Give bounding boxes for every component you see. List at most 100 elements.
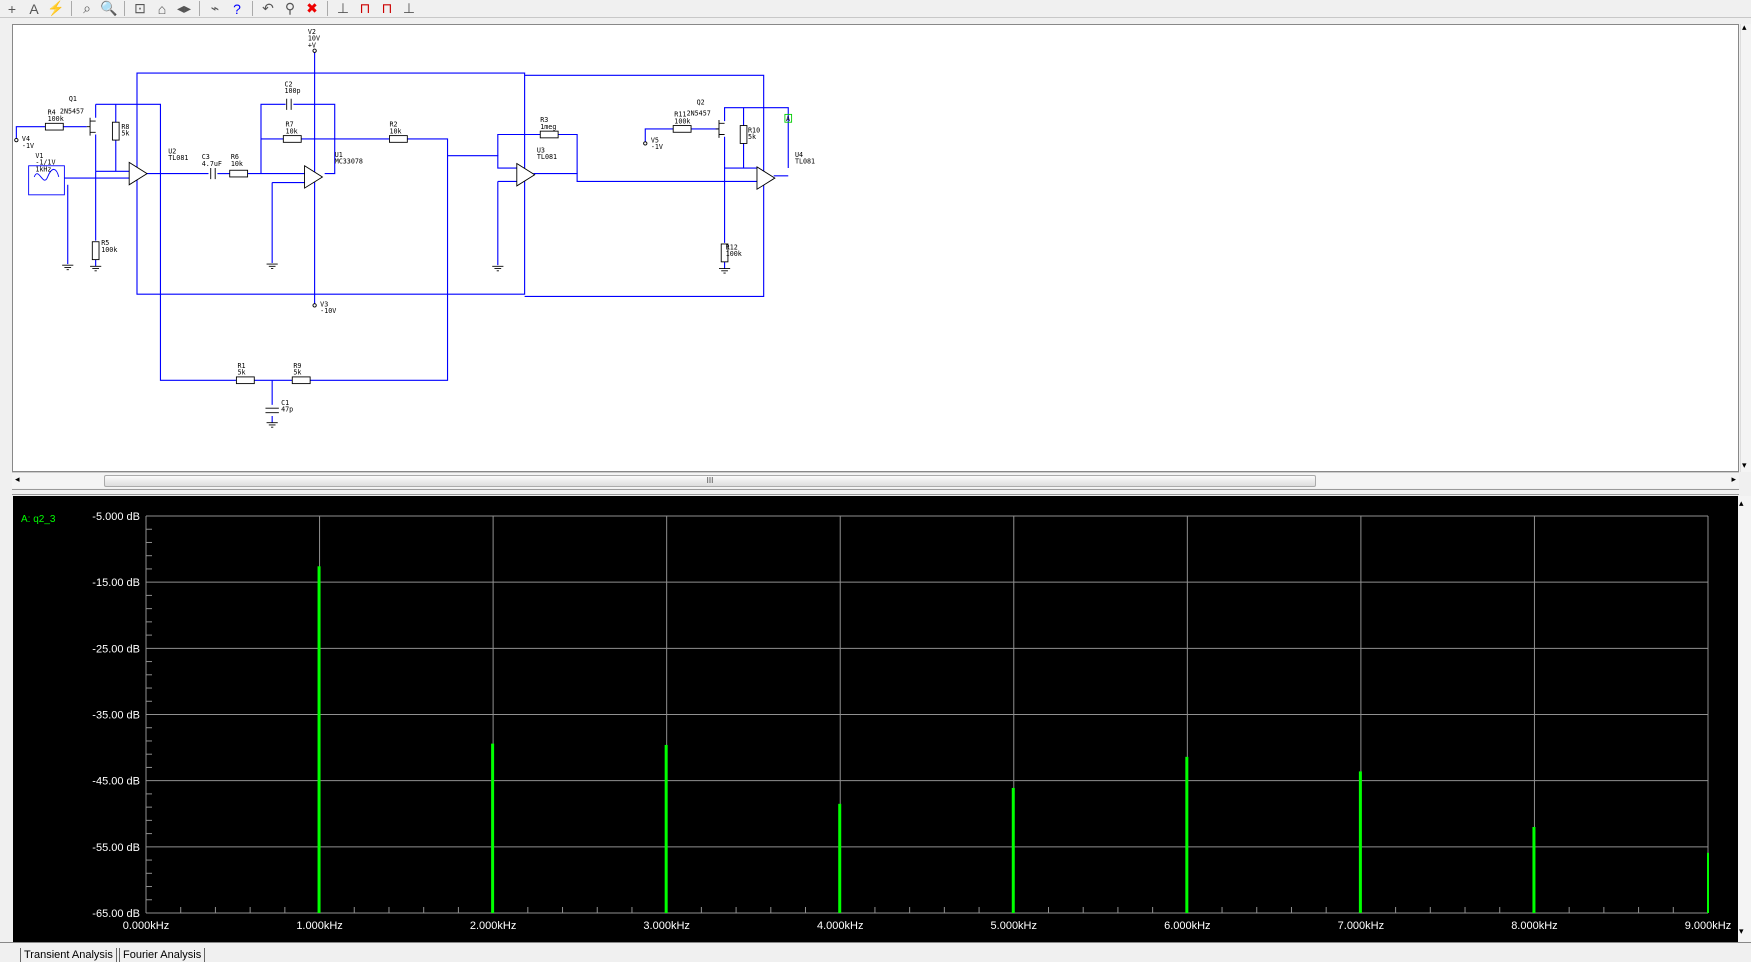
ground-icon: [492, 265, 504, 272]
ac-icon[interactable]: ⊓: [377, 0, 397, 17]
y-tick-label: -35.00 dB: [92, 710, 140, 722]
undo-icon[interactable]: ↶: [258, 0, 278, 17]
opamp-u1: [304, 164, 324, 189]
label-r2-1: 10k: [389, 127, 401, 135]
label-r4-1: 100k: [48, 115, 64, 123]
ground-icon: [62, 264, 74, 271]
wire: [724, 107, 789, 169]
label-q2: Q2: [697, 98, 705, 106]
label-r11-1: 100k: [674, 117, 690, 125]
capacitor-c1: [265, 407, 279, 414]
capacitor-c2: [286, 98, 292, 110]
x-tick-label: 1.000kHz: [296, 920, 342, 932]
resistor-r11: [672, 125, 692, 133]
x-tick-label: 9.000kHz: [1685, 920, 1731, 932]
zoom-icon[interactable]: 🔍: [99, 0, 119, 17]
label-r7-1: 10k: [286, 127, 298, 135]
pane-splitter[interactable]: [12, 489, 1739, 495]
schematic-diagram: V210V+VV3-10VV4-1VV5-1VV1-1/1V1kHzR4100k…: [14, 28, 815, 428]
x-tick-label: 7.000kHz: [1338, 920, 1384, 932]
toolbar: + A ⚡ ⌕ 🔍 ⊡ ⌂ ◂▸ ⌁? ↶ ⚲ ✖ ⊥ ⊓ ⊓ ⊥: [0, 0, 1751, 18]
y-tick-label: -65.00 dB: [92, 908, 140, 920]
label-r1-1: 5k: [238, 369, 246, 377]
label-r9-1: 5k: [293, 369, 301, 377]
ground-icon: [718, 268, 731, 274]
opamp-u2: [128, 161, 148, 186]
opamp-u3: [516, 162, 536, 187]
label-u4-1: TL081: [795, 158, 815, 166]
label-r5-1: 100k: [101, 246, 117, 254]
tab-fourier-analysis[interactable]: Fourier Analysis: [119, 948, 206, 962]
wire: [95, 103, 162, 174]
fourier-icon[interactable]: ⊓: [355, 0, 375, 17]
scrollbar-thumb[interactable]: III: [104, 475, 1316, 487]
dc-icon[interactable]: ⊥: [399, 0, 419, 17]
spectrum-bar: [491, 743, 495, 913]
x-tick-label: 6.000kHz: [1164, 920, 1210, 932]
spectrum-bar: [1185, 756, 1189, 913]
terminal-icon: [312, 48, 317, 53]
spectrum-bar: [664, 744, 668, 913]
capacitor-c3: [210, 168, 216, 180]
plus-icon[interactable]: +: [2, 0, 22, 17]
x-tick-label: 8.000kHz: [1511, 920, 1557, 932]
probe-label: A: [786, 115, 790, 123]
wire: [15, 126, 46, 141]
zoom-area-icon[interactable]: ⊡: [130, 0, 150, 17]
label-v1-2: 1kHz: [35, 165, 51, 173]
spectrum-bar: [1707, 852, 1709, 913]
analysis-tabs: Transient Analysis Fourier Analysis: [0, 942, 1751, 962]
terminal-icon: [14, 137, 19, 143]
schematic-canvas[interactable]: V2 10V +V V3 -10V V4 -1V V5 -1V V1 -1/1V 1kHz R4 100k…: [12, 24, 1739, 472]
fourier-graph: 0.000kHz 1.000kHz 2.000kHz 3.000kHz 4.000kHz…: [13, 496, 1738, 942]
wire: [159, 173, 237, 381]
label-q2-model: 2N5457: [687, 110, 711, 118]
x-tick-label: 2.000kHz: [470, 920, 516, 932]
resistor-r10: [739, 125, 748, 144]
tab-transient-analysis[interactable]: Transient Analysis: [20, 948, 117, 962]
resistor-r2: [389, 135, 408, 143]
wire: [136, 72, 526, 295]
transient-icon[interactable]: ⊥: [333, 0, 353, 17]
wire: [309, 138, 449, 381]
lightning-icon[interactable]: ⚡: [46, 0, 66, 17]
y-tick-label: -25.00 dB: [92, 643, 140, 655]
label-r8-1: 5k: [121, 130, 129, 138]
help-icon[interactable]: ?: [227, 0, 247, 17]
label-c2-1: 100p: [284, 87, 300, 95]
opamp-u4: [756, 166, 776, 191]
wire: [524, 74, 765, 298]
zoom-fit-icon[interactable]: ⌂: [152, 0, 172, 17]
schematic-vertical-scrollbar[interactable]: ▴ ▾: [1740, 22, 1751, 472]
terminal-icon: [312, 303, 317, 308]
wire: [644, 128, 674, 144]
toolbar-separator: [124, 1, 125, 16]
resistor-r9: [291, 376, 311, 385]
y-tick-label: -45.00 dB: [92, 776, 140, 788]
label-r6-1: 10k: [231, 160, 243, 168]
wire: [497, 133, 541, 156]
toolbar-separator: [252, 1, 253, 16]
x-tick-label: 0.000kHz: [123, 920, 169, 932]
resistor-r5: [91, 241, 100, 261]
y-tick-label: -5.000 dB: [92, 511, 140, 523]
label-v5-1: -1V: [651, 143, 663, 151]
pan-icon[interactable]: ◂▸: [174, 0, 194, 17]
label-r12-1: 100k: [726, 250, 742, 258]
x-tick-label: 3.000kHz: [643, 920, 689, 932]
label-u1-1: MC33078: [335, 158, 363, 166]
close-icon[interactable]: ✖: [302, 0, 322, 17]
netlist-icon[interactable]: ⌁: [205, 0, 225, 17]
text-icon[interactable]: A: [24, 0, 44, 17]
terminal-icon: [643, 141, 648, 146]
toolbar-separator: [327, 1, 328, 16]
schematic-horizontal-scrollbar[interactable]: ◂ III ▸: [12, 472, 1739, 488]
stop-sim-icon[interactable]: ⚲: [280, 0, 300, 17]
probe-icon[interactable]: ⌕: [77, 0, 97, 17]
resistor-r6: [229, 169, 249, 178]
spectrum-bar: [1011, 787, 1015, 913]
graph-vertical-scrollbar[interactable]: ▴ ▾: [1738, 496, 1751, 942]
toolbar-separator: [71, 1, 72, 16]
spectrum-bar: [838, 803, 842, 913]
resistor-r4: [44, 122, 64, 131]
